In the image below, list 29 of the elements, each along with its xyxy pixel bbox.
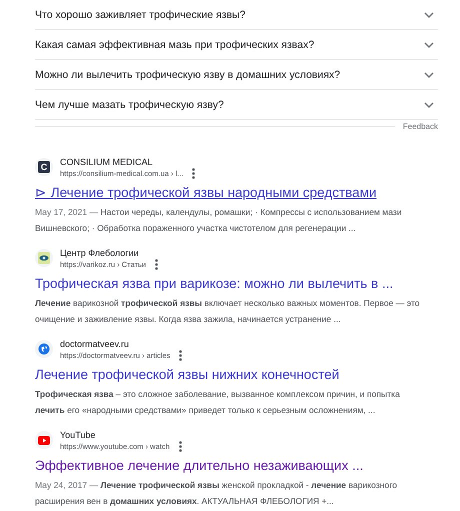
result-title-link[interactable]: Эффективное лечение длительно незаживающих ... xyxy=(35,456,438,475)
site-name: Центр Флебологии xyxy=(60,246,140,258)
feedback-link[interactable]: Feedback xyxy=(402,122,438,130)
result-title-link[interactable]: ⊳ Лечение трофической язвы народными средствами xyxy=(35,183,438,202)
favicon-icon xyxy=(35,431,53,449)
result-snippet: Трофическая язва – это сложное заболевание, вызванное комплексом причин, и попытка лечить его «народными средствами» приведет только к серьезным осложнениям, ... xyxy=(35,388,401,417)
more-options-icon[interactable] xyxy=(178,440,182,452)
question-row[interactable]: Можно ли вылечить трофическую язву в домашних условиях? xyxy=(35,60,438,90)
result-title-link[interactable]: Лечение трофической язвы нижних конечностей xyxy=(35,365,438,384)
chevron-down-icon xyxy=(424,42,434,48)
site-name: doctormatveev.ru xyxy=(60,338,130,350)
question-row[interactable]: Что хорошо заживляет трофические язвы? xyxy=(35,0,438,30)
chevron-down-icon xyxy=(424,72,434,78)
question-row[interactable]: Чем лучше мазать трофическую язву? xyxy=(35,90,438,120)
result-snippet: May 17, 2021 — Настои череды, календулы, ромашки; · Компрессы с использованием мази Вишневского; · Обработка пораженного участка чистотелом для регенерации ... xyxy=(35,206,403,235)
favicon-icon: C xyxy=(35,158,53,176)
more-options-icon[interactable] xyxy=(192,168,196,178)
more-options-icon[interactable] xyxy=(179,350,182,360)
chevron-down-icon xyxy=(424,12,434,18)
question-row[interactable]: Какая самая эффективная мазь при трофических язвах? xyxy=(35,30,438,60)
site-name: YouTube xyxy=(60,428,96,440)
favicon-icon xyxy=(35,340,53,358)
more-options-icon[interactable] xyxy=(155,258,158,270)
result-snippet: Лечение варикозной трофической язвы включает несколько важных моментов. Первое — это очищение и заживление язвы. Когда язва зажила, начинается устранение ... xyxy=(35,297,421,326)
result-snippet: May 24, 2017 — Лечение трофической язвы женской прокладкой - лечение варикозного расширения вен в домашних условиях. АКТУАЛЬНАЯ ФЛЕБОЛОГИЯ +... xyxy=(35,479,398,508)
chevron-down-icon xyxy=(424,102,434,108)
site-name: CONSILIUM MEDICAL xyxy=(60,156,154,168)
favicon-icon xyxy=(35,249,53,267)
result-title-link[interactable]: Трофическая язва при варикозе: можно ли вылечить в ... xyxy=(35,274,438,293)
